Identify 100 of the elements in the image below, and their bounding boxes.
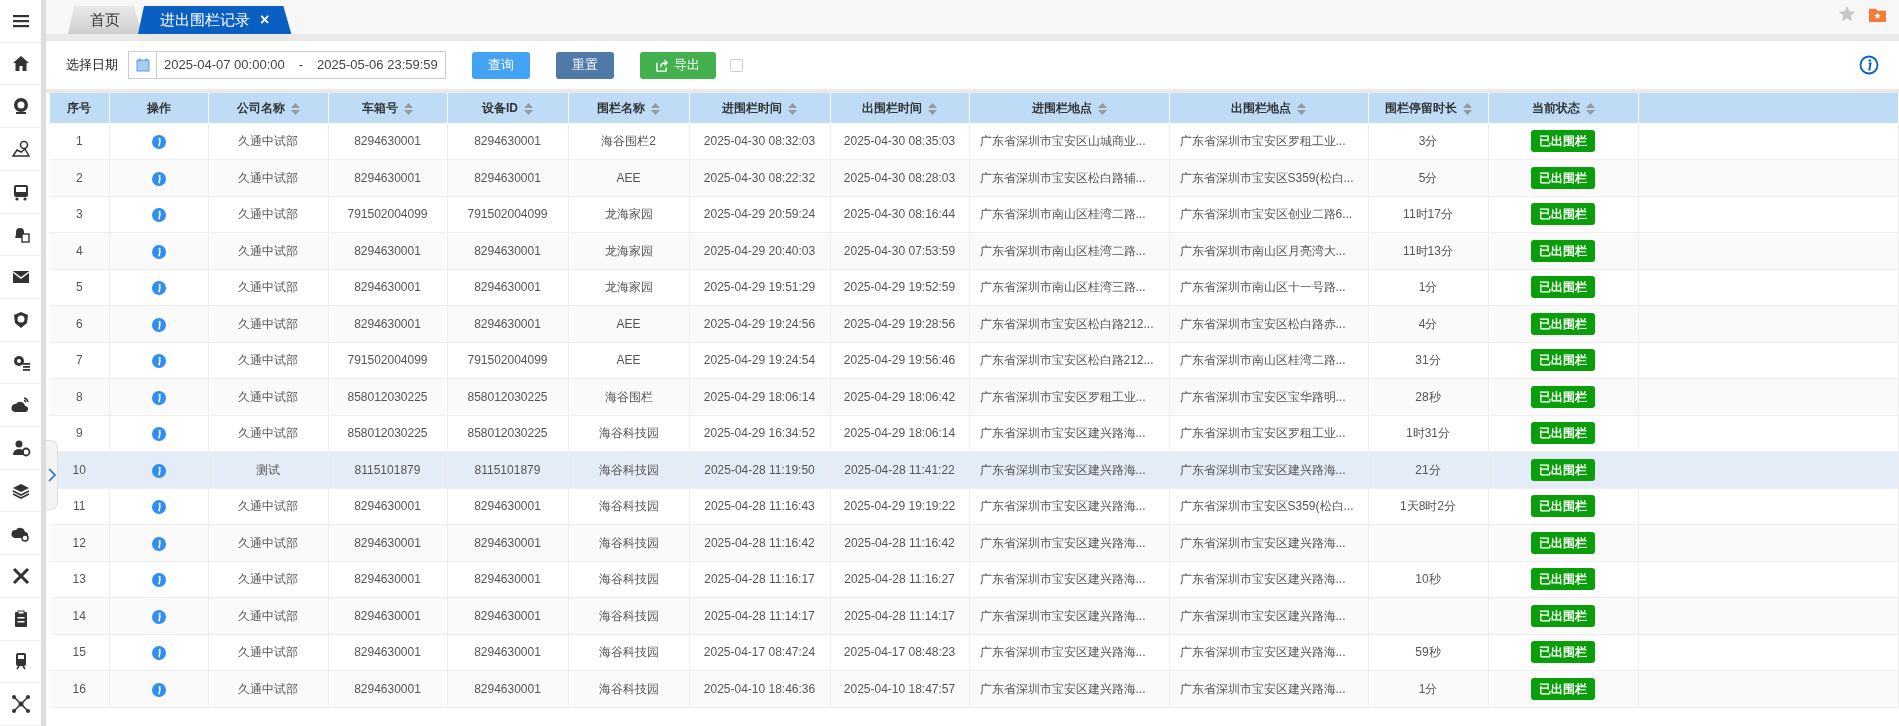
status-badge: 已出围栏 <box>1531 385 1595 408</box>
table-cell: 广东省深圳市宝安区建兴路海... <box>979 572 1146 587</box>
info-icon[interactable] <box>151 244 166 259</box>
table-cell: 久通中试部 <box>238 499 298 514</box>
network-icon[interactable] <box>10 694 31 715</box>
table-cell: 广东省深圳市宝安区建兴路海... <box>979 535 1146 550</box>
sort-icon[interactable] <box>651 102 660 115</box>
table-cell: 791502004099 <box>467 353 548 368</box>
table-cell: 广东省深圳市宝安区建兴路海... <box>1179 645 1346 660</box>
info-icon[interactable] <box>151 281 166 296</box>
table-cell: 8294630001 <box>474 134 541 148</box>
sort-icon[interactable] <box>524 102 533 115</box>
table-cell: 8294630001 <box>474 681 541 696</box>
info-icon[interactable] <box>151 500 166 515</box>
info-icon[interactable] <box>151 171 166 186</box>
column-header: 操作 <box>146 101 171 115</box>
table-cell: 858012030225 <box>467 389 548 404</box>
sort-icon[interactable] <box>788 102 797 115</box>
table-cell: 3 <box>75 207 83 222</box>
column-header: 公司名称 <box>236 101 285 115</box>
table-cell: 4分 <box>1418 316 1438 331</box>
table-cell: 龙海家园 <box>604 243 653 258</box>
table-cell: 1 <box>75 134 83 148</box>
info-icon[interactable] <box>1859 55 1879 75</box>
table-cell: 久通中试部 <box>238 535 298 550</box>
table-cell: 广东省深圳市宝安区松白路赤... <box>1179 316 1346 331</box>
table-cell: AEE <box>616 316 641 331</box>
collapse-handle[interactable] <box>46 440 58 510</box>
table-cell: 8294630001 <box>354 170 421 185</box>
info-icon[interactable] <box>151 317 166 332</box>
checkbox[interactable] <box>729 58 743 72</box>
status-badge: 已出围栏 <box>1531 568 1595 591</box>
table-cell: 广东省深圳市宝安区建兴路海... <box>979 462 1146 477</box>
info-icon[interactable] <box>151 208 166 223</box>
sort-icon[interactable] <box>928 102 937 115</box>
table-cell: 11时17分 <box>1403 207 1453 222</box>
date-label: 选择日期 <box>66 56 118 75</box>
table-cell: 2025-04-29 19:51:29 <box>703 280 816 295</box>
table-cell: 2025-04-28 11:16:27 <box>844 572 955 587</box>
sort-icon[interactable] <box>404 102 413 115</box>
table-cell: 久通中试部 <box>238 608 298 623</box>
sort-icon[interactable] <box>290 102 300 115</box>
column-header: 进围栏时间 <box>722 101 782 115</box>
table-cell: 21分 <box>1415 462 1441 477</box>
table-cell: 久通中试部 <box>238 389 298 404</box>
table-cell: 858012030225 <box>347 389 428 404</box>
status-badge: 已出围栏 <box>1531 641 1595 664</box>
info-icon[interactable] <box>151 609 166 624</box>
table-cell: 1分 <box>1418 280 1438 295</box>
table-cell: 广东省深圳市宝安区松白路辅... <box>979 170 1146 185</box>
info-icon[interactable] <box>151 463 166 478</box>
table-cell: 广东省深圳市宝安区S359(松白... <box>1179 499 1354 514</box>
table-cell: 2025-04-29 19:24:56 <box>703 316 816 331</box>
info-icon[interactable] <box>151 427 166 442</box>
info-icon[interactable] <box>151 646 166 661</box>
table-cell: 8294630001 <box>354 280 421 295</box>
info-icon[interactable] <box>151 354 166 369</box>
table-cell: 2025-04-29 20:59:24 <box>703 207 816 222</box>
table-cell: 广东省深圳市宝安区罗租工业... <box>1179 134 1346 148</box>
table-cell: 2025-04-28 11:16:43 <box>704 499 815 514</box>
table-cell: 8115101879 <box>354 462 421 477</box>
table-cell: 久通中试部 <box>238 353 298 368</box>
date-range-field[interactable]: 2025-04-07 00:00:00 - 2025-05-06 23:59:59 <box>128 51 446 79</box>
table-cell: 8294630001 <box>354 572 421 587</box>
table-cell: 久通中试部 <box>238 316 298 331</box>
table-cell: 广东省深圳市南山区桂湾二路... <box>979 243 1146 258</box>
table-cell: 858012030225 <box>347 426 428 441</box>
sort-icon[interactable] <box>1585 102 1595 115</box>
map-pin-icon[interactable] <box>10 138 31 159</box>
table-cell: 广东省深圳市南山区桂湾二路... <box>979 207 1146 222</box>
table-cell: AEE <box>616 353 641 368</box>
tab[interactable]: 进出围栏记录 × <box>138 6 292 34</box>
table-cell: 广东省深圳市宝安区建兴路海... <box>979 681 1146 696</box>
table-cell: 久通中试部 <box>238 645 298 660</box>
table-cell: 15 <box>72 645 86 660</box>
sort-icon[interactable] <box>1297 102 1306 115</box>
info-icon[interactable] <box>151 573 166 588</box>
info-icon[interactable] <box>151 536 166 551</box>
star-icon[interactable] <box>1838 5 1856 23</box>
table-cell: 8294630001 <box>354 681 421 696</box>
sort-icon[interactable] <box>1097 102 1107 115</box>
info-icon[interactable] <box>151 390 166 405</box>
table-cell: 9 <box>75 426 83 441</box>
table-cell: 2025-04-29 18:06:42 <box>843 389 956 404</box>
reset-button[interactable]: 重置 <box>555 51 614 79</box>
table-cell: 龙海家园 <box>604 280 653 295</box>
table-cell: 13 <box>72 572 86 587</box>
table-cell: 2025-04-29 19:19:22 <box>843 499 956 514</box>
table-cell: 2025-04-29 19:56:46 <box>843 353 956 368</box>
table-cell: 8294630001 <box>474 316 541 331</box>
tab[interactable]: 首页 <box>68 6 142 34</box>
status-badge: 已出围栏 <box>1531 166 1595 189</box>
table-cell: 8115101879 <box>474 462 541 477</box>
info-icon[interactable] <box>151 134 166 149</box>
table-cell: 广东省深圳市宝安区松白路212... <box>979 316 1154 331</box>
table-cell: 8294630001 <box>474 608 541 623</box>
table-cell: 海谷围栏2 <box>601 134 656 148</box>
close-icon[interactable]: × <box>260 8 270 32</box>
sort-icon[interactable] <box>1462 102 1472 115</box>
info-icon[interactable] <box>151 682 166 697</box>
